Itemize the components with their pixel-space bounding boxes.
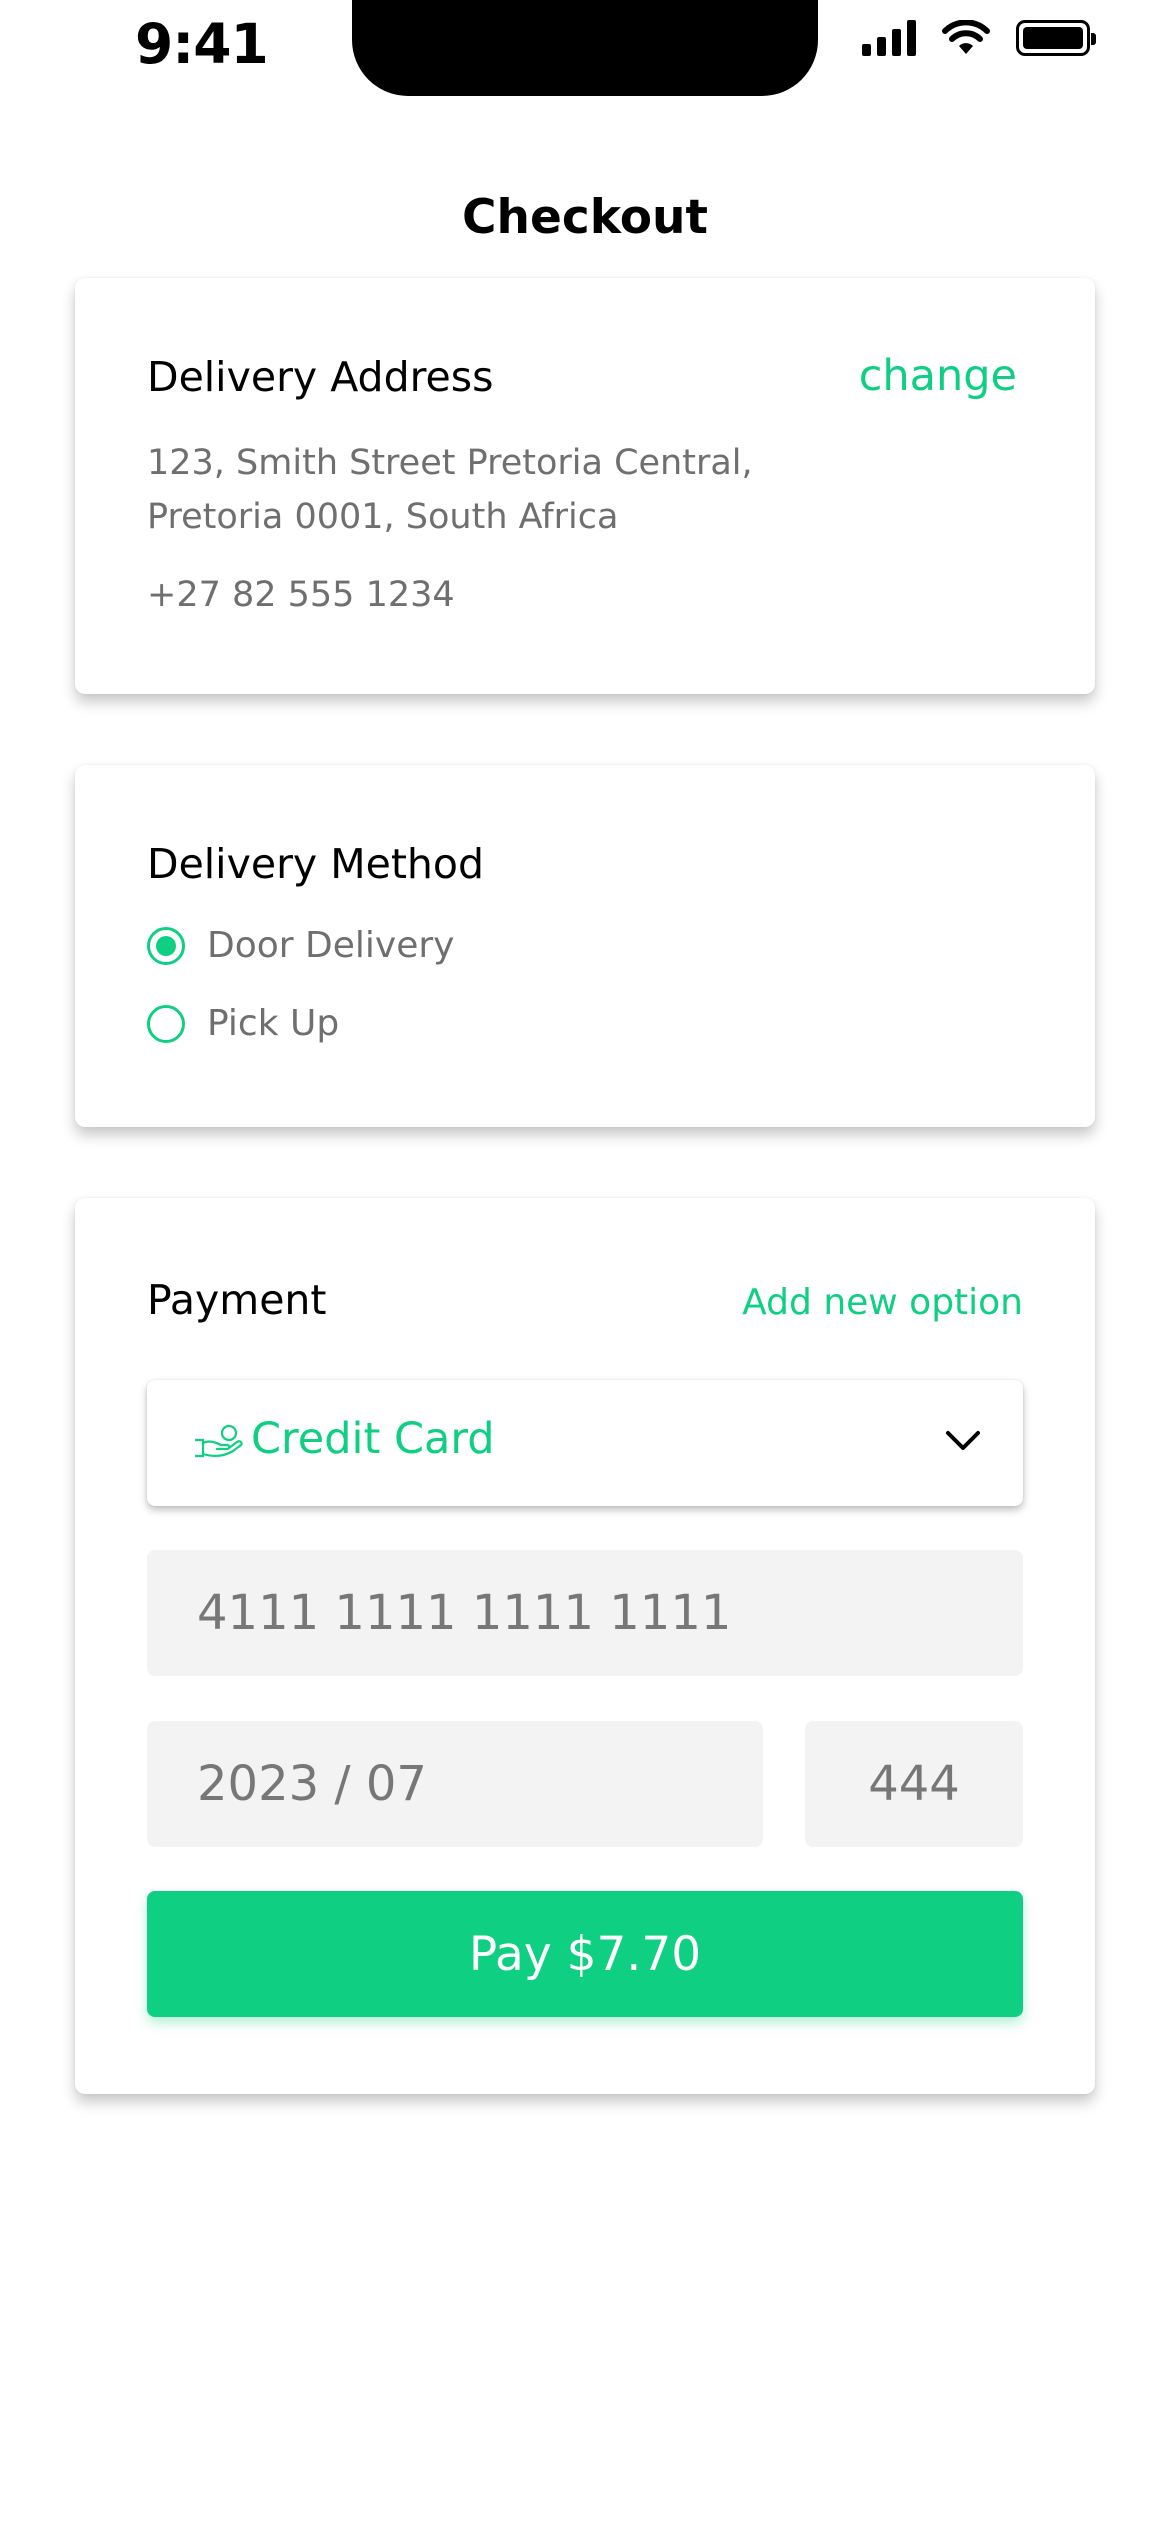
payment-method-dropdown[interactable]: Credit Card (147, 1380, 1023, 1506)
pay-button[interactable]: Pay $7.70 (147, 1891, 1023, 2017)
add-payment-option-link[interactable]: Add new option (742, 1282, 1023, 1323)
cellular-signal-icon (862, 20, 916, 56)
card-cvv-input[interactable] (805, 1721, 1023, 1847)
chevron-down-icon (946, 1431, 980, 1450)
page-title: Checkout (462, 190, 708, 245)
delivery-method-card: Delivery Method Door Delivery Pick Up (75, 765, 1095, 1127)
address-phone: +27 82 555 1234 (147, 575, 455, 615)
status-icons (862, 20, 1096, 56)
device-notch (352, 0, 818, 96)
delivery-option-label: Door Delivery (207, 925, 455, 966)
change-address-link[interactable]: change (859, 351, 1017, 401)
delivery-option-label: Pick Up (207, 1003, 340, 1044)
radio-unselected-icon[interactable] (147, 1004, 185, 1043)
checkout-screen: 9:41 Checkout Delivery Address change 12… (0, 0, 1170, 2532)
status-time: 9:41 (135, 12, 269, 76)
card-expiry-input[interactable] (147, 1721, 763, 1847)
address-line-1: 123, Smith Street Pretoria Central, (147, 443, 753, 483)
radio-selected-icon[interactable] (147, 926, 185, 965)
address-line-2: Pretoria 0001, South Africa (147, 497, 619, 537)
hand-coin-icon (195, 1424, 243, 1458)
delivery-option-door[interactable]: Door Delivery (147, 925, 454, 966)
payment-heading: Payment (147, 1276, 327, 1324)
card-number-input[interactable] (147, 1550, 1023, 1676)
delivery-method-heading: Delivery Method (147, 840, 484, 888)
wifi-icon (942, 20, 990, 54)
payment-card: Payment Add new option Credit Card Pay $… (75, 1198, 1095, 2094)
delivery-address-card: Delivery Address change 123, Smith Stree… (75, 278, 1095, 694)
delivery-option-pickup[interactable]: Pick Up (147, 1003, 339, 1044)
battery-icon (1016, 20, 1096, 56)
payment-method-label: Credit Card (251, 1414, 495, 1464)
delivery-address-heading: Delivery Address (147, 353, 494, 401)
